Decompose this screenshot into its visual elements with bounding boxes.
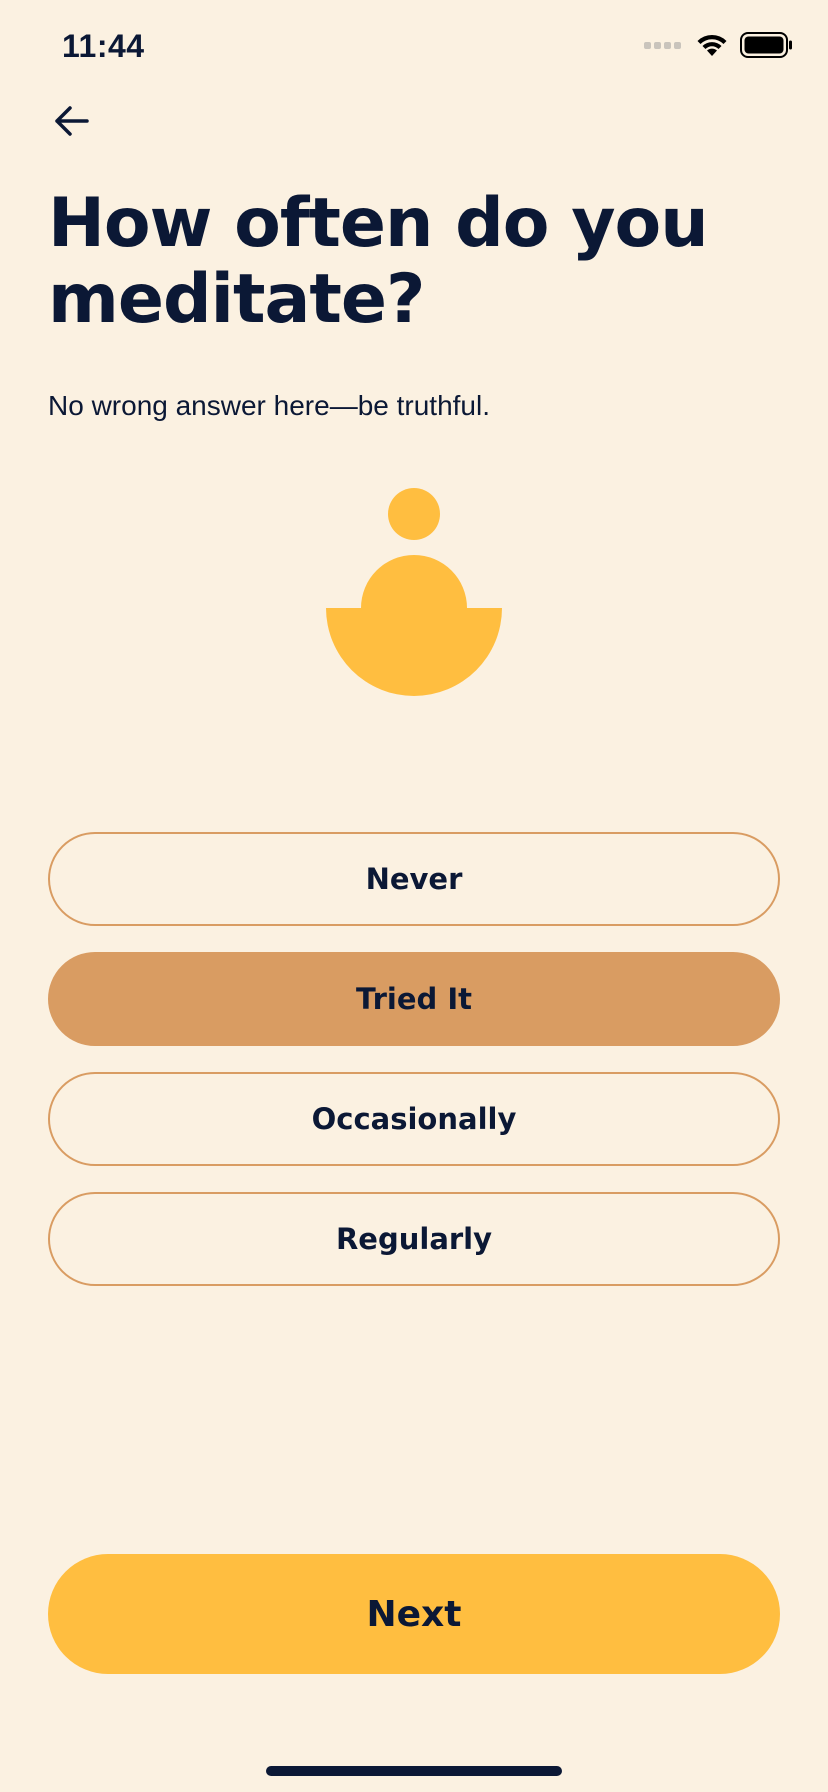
option-occasionally[interactable]: Occasionally [48, 1072, 780, 1166]
frequency-options: Never Tried It Occasionally Regularly [48, 832, 780, 1312]
option-regularly[interactable]: Regularly [48, 1192, 780, 1286]
battery-icon [740, 32, 792, 58]
status-icons [644, 32, 794, 58]
meditating-figure-icon [326, 488, 502, 696]
option-tried-it[interactable]: Tried It [48, 952, 780, 1046]
home-indicator [266, 1766, 562, 1776]
next-button[interactable]: Next [48, 1554, 780, 1674]
subtitle: No wrong answer here—be truthful. [48, 390, 490, 421]
back-button[interactable] [46, 96, 96, 146]
wifi-icon [697, 34, 727, 56]
option-never[interactable]: Never [48, 832, 780, 926]
signal-icon [644, 42, 681, 49]
status-time: 11:44 [62, 28, 145, 64]
page-title: How often do you meditate? [48, 184, 709, 339]
arrow-left-icon [55, 106, 89, 136]
status-bar: 11:44 [0, 0, 828, 100]
